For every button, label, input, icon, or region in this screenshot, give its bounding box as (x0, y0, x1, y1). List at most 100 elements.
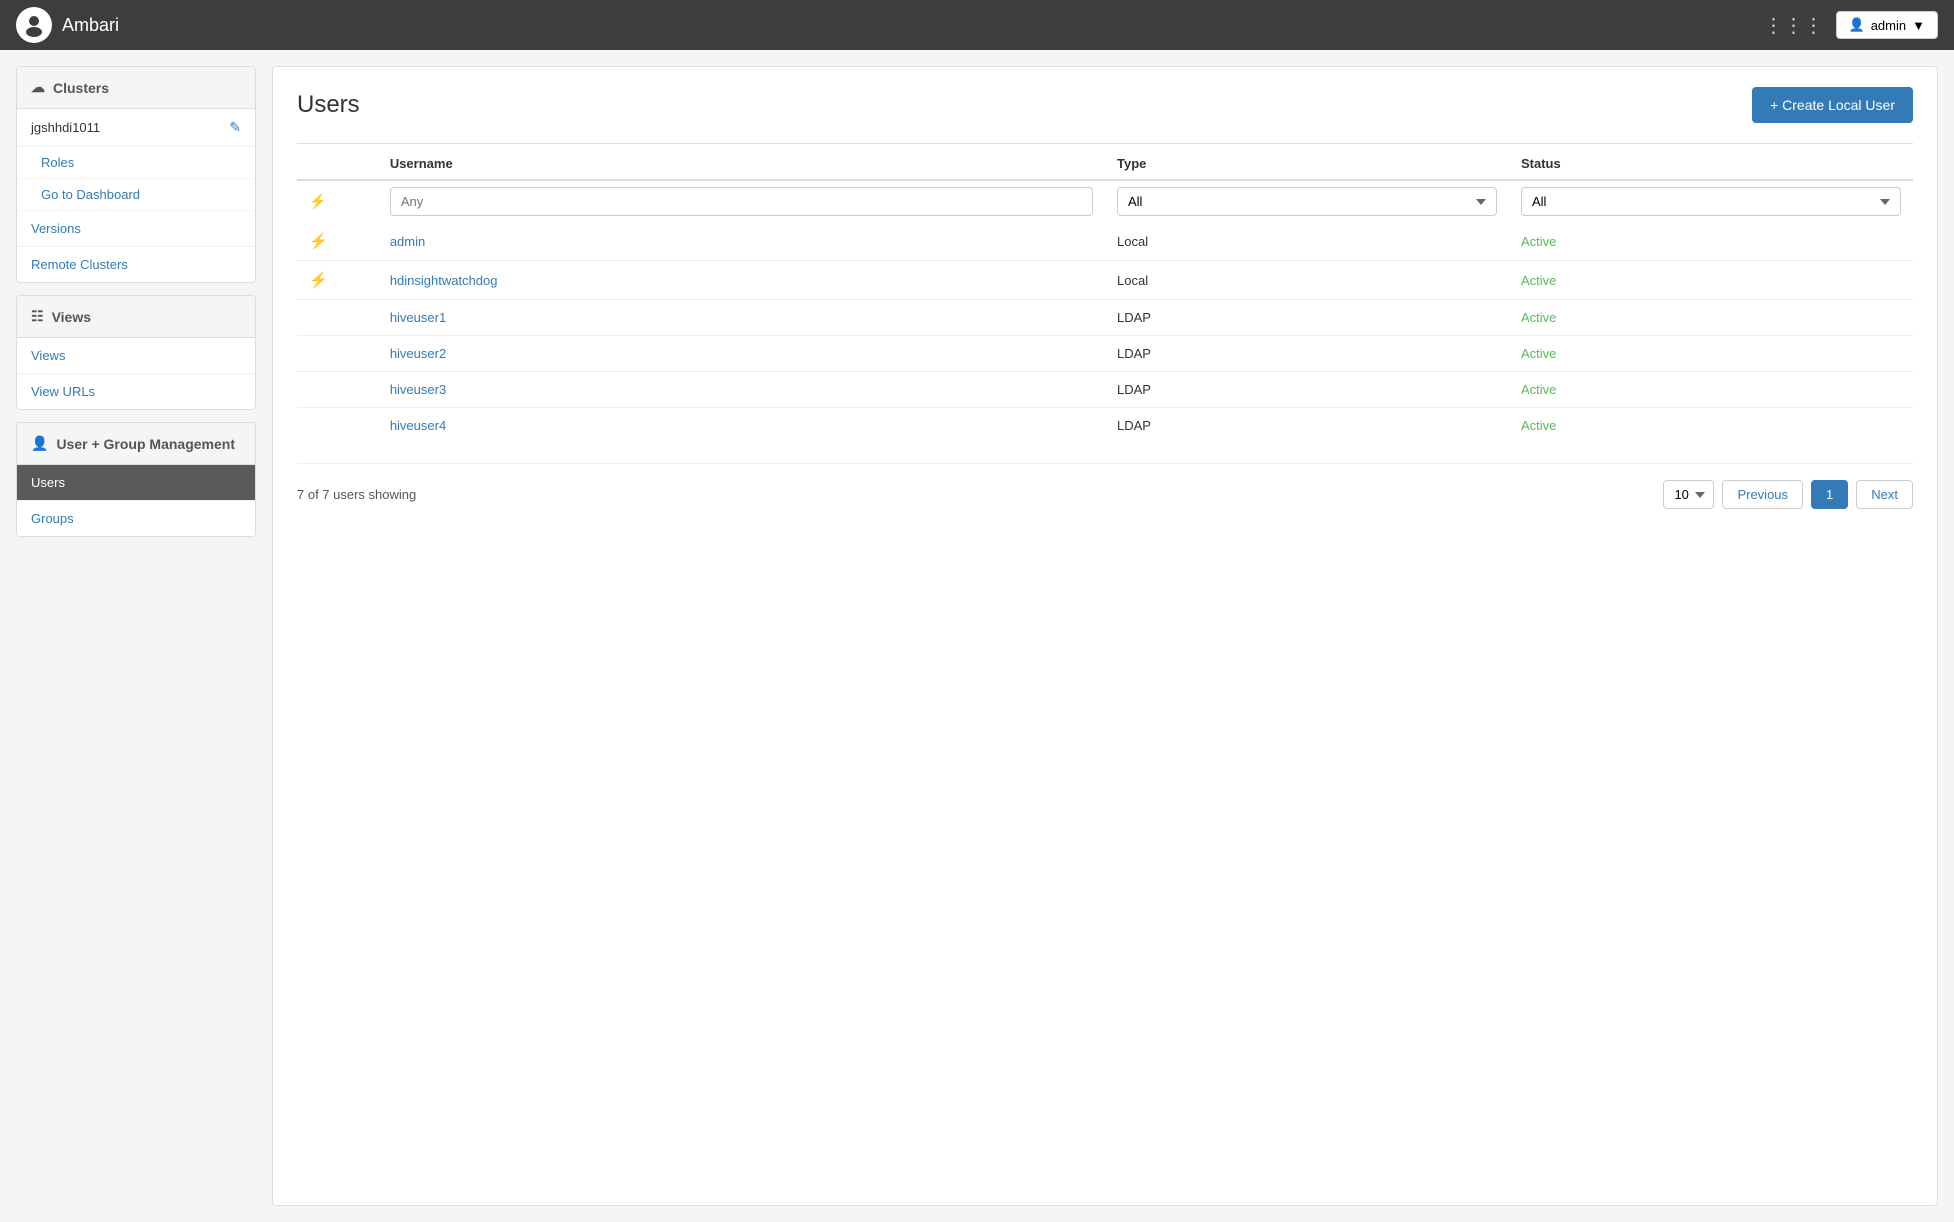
admin-menu-button[interactable]: 👤 admin ▼ (1836, 11, 1938, 39)
status-filter-cell: All Active Inactive (1509, 180, 1913, 222)
filter-icon-cell: ⚡ (297, 180, 378, 222)
previous-button[interactable]: Previous (1722, 480, 1803, 509)
table-row: hiveuser1 LDAPActive (297, 300, 1913, 336)
users-table-body: ⚡adminLocalActive⚡hdinsightwatchdogLocal… (297, 222, 1913, 443)
username-link[interactable]: hiveuser1 (390, 310, 446, 325)
clusters-header: ☁ Clusters (17, 67, 255, 109)
pagination-info: 7 of 7 users showing (297, 487, 416, 502)
sidebar-item-groups[interactable]: Groups (17, 501, 255, 536)
sidebar-item-remote-clusters[interactable]: Remote Clusters (17, 247, 255, 282)
row-type-cell: LDAP (1105, 336, 1509, 372)
username-filter-cell (378, 180, 1105, 222)
pagination-controls: 10 25 50 Previous 1 Next (1663, 480, 1913, 509)
table-row: ⚡ hdinsightwatchdog LocalActive (297, 261, 1913, 300)
lightning-row-icon: ⚡ (309, 272, 328, 289)
grid-sidebar-icon: ☷ (31, 308, 44, 325)
app-title: Ambari (62, 15, 119, 36)
ambari-logo-icon (20, 11, 48, 39)
clusters-section: ☁ Clusters jgshhdi1011 ✎ Roles Go to Das… (16, 66, 256, 283)
clusters-header-label: Clusters (53, 80, 109, 96)
dropdown-arrow-icon: ▼ (1912, 18, 1925, 33)
nav-right: ⋮⋮⋮ 👤 admin ▼ (1764, 11, 1938, 39)
username-link[interactable]: hiveuser2 (390, 346, 446, 361)
grid-icon[interactable]: ⋮⋮⋮ (1764, 13, 1824, 38)
edit-cluster-icon[interactable]: ✎ (229, 119, 241, 136)
col-header-status: Status (1509, 148, 1913, 180)
per-page-select[interactable]: 10 25 50 (1663, 480, 1714, 509)
user-icon: 👤 (1849, 17, 1865, 33)
col-header-username: Username (378, 148, 1105, 180)
row-status-cell: Active (1509, 408, 1913, 444)
row-username-cell: hiveuser2 (378, 336, 1105, 372)
table-header-row: Username Type Status (297, 148, 1913, 180)
filter-row: ⚡ All Local LDAP All (297, 180, 1913, 222)
cloud-icon: ☁ (31, 79, 45, 96)
page-title: Users (297, 91, 360, 119)
table-row: ⚡ admin LocalActive (297, 222, 1913, 261)
next-button[interactable]: Next (1856, 480, 1913, 509)
header-divider (297, 143, 1913, 144)
type-filter-select[interactable]: All Local LDAP (1117, 187, 1497, 216)
username-link[interactable]: hiveuser4 (390, 418, 446, 433)
username-link[interactable]: admin (390, 234, 425, 249)
lightning-row-icon: ⚡ (309, 233, 328, 250)
row-username-cell: hiveuser4 (378, 408, 1105, 444)
table-row: hiveuser4 LDAPActive (297, 408, 1913, 444)
table-row: hiveuser3 LDAPActive (297, 372, 1913, 408)
content-area: Users + Create Local User Username Type … (272, 66, 1938, 1206)
row-icon-cell: ⚡ (297, 261, 378, 300)
filter-lightning-icon: ⚡ (309, 193, 326, 209)
nav-left: Ambari (16, 7, 119, 43)
row-type-cell: LDAP (1105, 372, 1509, 408)
user-group-icon: 👤 (31, 435, 48, 452)
row-icon-cell (297, 372, 378, 408)
row-icon-cell (297, 408, 378, 444)
username-link[interactable]: hiveuser3 (390, 382, 446, 397)
row-status-cell: Active (1509, 261, 1913, 300)
username-link[interactable]: hdinsightwatchdog (390, 273, 498, 288)
row-icon-cell: ⚡ (297, 222, 378, 261)
row-status-cell: Active (1509, 372, 1913, 408)
app-logo (16, 7, 52, 43)
pagination-row: 7 of 7 users showing 10 25 50 Previous 1… (297, 463, 1913, 509)
views-section: ☷ Views Views View URLs (16, 295, 256, 410)
top-navigation: Ambari ⋮⋮⋮ 👤 admin ▼ (0, 0, 1954, 50)
row-username-cell: hiveuser3 (378, 372, 1105, 408)
page-1-button[interactable]: 1 (1811, 480, 1848, 509)
sidebar-item-users[interactable]: Users (17, 465, 255, 501)
views-header: ☷ Views (17, 296, 255, 338)
user-group-header: 👤 User + Group Management (17, 423, 255, 465)
row-status-cell: Active (1509, 222, 1913, 261)
sidebar-item-versions[interactable]: Versions (17, 211, 255, 247)
row-icon-cell (297, 300, 378, 336)
sidebar-item-roles[interactable]: Roles (17, 147, 255, 179)
user-group-section: 👤 User + Group Management Users Groups (16, 422, 256, 537)
sidebar-item-view-urls[interactable]: View URLs (17, 374, 255, 409)
sidebar: ☁ Clusters jgshhdi1011 ✎ Roles Go to Das… (16, 66, 256, 1206)
status-filter-select[interactable]: All Active Inactive (1521, 187, 1901, 216)
row-type-cell: Local (1105, 261, 1509, 300)
user-group-header-label: User + Group Management (56, 436, 235, 452)
username-filter-input[interactable] (390, 187, 1093, 216)
row-status-cell: Active (1509, 300, 1913, 336)
type-filter-cell: All Local LDAP (1105, 180, 1509, 222)
col-header-icon (297, 148, 378, 180)
row-type-cell: LDAP (1105, 408, 1509, 444)
sidebar-item-views[interactable]: Views (17, 338, 255, 374)
row-username-cell: hdinsightwatchdog (378, 261, 1105, 300)
row-icon-cell (297, 336, 378, 372)
row-type-cell: Local (1105, 222, 1509, 261)
row-status-cell: Active (1509, 336, 1913, 372)
row-type-cell: LDAP (1105, 300, 1509, 336)
sidebar-item-go-to-dashboard[interactable]: Go to Dashboard (17, 179, 255, 211)
views-header-label: Views (52, 309, 91, 325)
cluster-item: jgshhdi1011 ✎ (17, 109, 255, 147)
cluster-name: jgshhdi1011 (31, 120, 100, 135)
create-local-user-button[interactable]: + Create Local User (1752, 87, 1913, 123)
users-table: Username Type Status ⚡ All Local (297, 148, 1913, 443)
content-header: Users + Create Local User (297, 87, 1913, 123)
col-header-type: Type (1105, 148, 1509, 180)
admin-label: admin (1871, 18, 1906, 33)
table-row: hiveuser2 LDAPActive (297, 336, 1913, 372)
row-username-cell: hiveuser1 (378, 300, 1105, 336)
